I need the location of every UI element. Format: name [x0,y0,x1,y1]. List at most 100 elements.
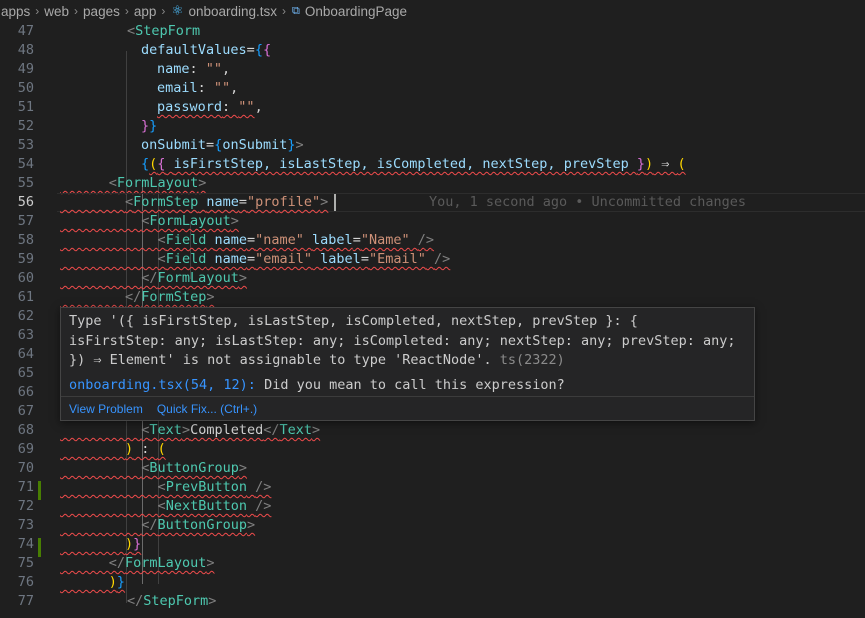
token-tag: FormLayout [125,555,207,571]
code-line: 47 <StepForm [0,22,865,41]
token-tag: Text [279,422,313,438]
code-text: <Text>Completed</Text> [141,422,321,438]
line-number: 69 [17,441,34,457]
line-number: 73 [17,517,34,533]
code-line: 51 password: "", [0,98,865,117]
chevron-right-icon: › [124,4,129,18]
line-number: 63 [17,327,34,343]
token-tag: Text [149,422,182,438]
code-text: <FormStep name="profile"> [125,194,329,210]
code-text: onSubmit={onSubmit}> [141,137,304,153]
line-number: 58 [17,232,34,248]
line-number: 50 [17,80,34,96]
view-problem-link[interactable]: View Problem [69,402,143,416]
line-number: 68 [17,422,34,438]
code-text: </FormLayout> [108,555,215,571]
code-line: 52 }} [0,117,865,136]
line-number: 61 [17,289,34,305]
line-number: 76 [17,574,34,590]
line-number: 56 [17,194,34,210]
token-identifier: onSubmit [222,137,288,153]
hover-actions: View Problem Quick Fix... (Ctrl+.) [61,396,754,420]
code-text: <StepForm [127,23,201,39]
related-info: onboarding.tsx(54, 12): Did you mean to … [61,371,754,395]
breadcrumb-pages[interactable]: pages [82,4,121,19]
code-text: <FormLayout> [108,175,207,191]
error-hover-widget: Type '({ isFirstStep, isLastStep, isComp… [60,307,755,421]
code-text: <PrevButton /> [157,479,272,495]
line-number: 66 [17,384,34,400]
token-tag: Field [165,232,207,248]
code-text: email: "", [157,80,239,96]
breadcrumb-file[interactable]: onboarding.tsx [187,4,278,19]
code-text: <NextButton /> [157,498,272,514]
token-string: file" [279,194,321,210]
code-line: 57 <FormLayout> [0,212,865,231]
token-tag: StepForm [135,23,201,39]
code-line: 48 defaultValues={{ [0,41,865,60]
breadcrumb: apps › web › pages › app › ⚛ onboarding.… [0,0,865,22]
code-line: 49 name: "", [0,60,865,79]
line-number: 47 [17,23,34,39]
breadcrumb-apps[interactable]: apps [0,4,31,19]
line-number: 67 [17,403,34,419]
git-blame-annotation: You, 1 second ago • Uncommitted changes [429,194,746,210]
line-number: 70 [17,460,34,476]
code-text: <Field name="name" label="Name" /> [157,232,435,248]
code-line: 72 <NextButton /> [0,497,865,516]
code-line: 50 email: "", [0,79,865,98]
token-tag: FormLayout [149,213,231,229]
code-text: )} [108,574,126,590]
hover-message: Type '({ isFirstStep, isLastStep, isComp… [61,308,754,371]
hover-line-1: Type '({ isFirstStep, isLastStep, isComp… [69,313,638,329]
code-text: </StepForm> [127,593,217,609]
token-params: isFirstStep, isLastStep, isCompleted, ne… [173,156,629,172]
line-number: 55 [17,175,34,191]
quick-fix-link[interactable]: Quick Fix... (Ctrl+.) [157,402,257,416]
line-number: 77 [17,593,34,609]
token-tag: FormStep [141,289,207,305]
code-text: </FormStep> [125,289,215,305]
breadcrumb-web[interactable]: web [43,4,70,19]
hover-line-2: isFirstStep: any; isLastStep: any; isCom… [69,332,736,349]
breadcrumb-app[interactable]: app [133,4,158,19]
code-line: 74 )} [0,535,865,554]
line-number: 59 [17,251,34,267]
line-number: 54 [17,156,34,172]
token-string: "pro [247,194,280,210]
breadcrumb-symbol[interactable]: OnboardingPage [304,4,408,19]
code-text: </ButtonGroup> [141,517,256,533]
line-number: 74 [17,536,34,552]
token-string: "email" [255,251,313,267]
token-string: "Name" [360,232,410,248]
token-tag: StepForm [143,593,209,609]
line-number: 65 [17,365,34,381]
code-line: 76 )} [0,573,865,592]
token-string: "" [205,61,223,77]
react-icon: ⚛ [171,3,184,18]
code-line: 75 </FormLayout> [0,554,865,573]
code-line: 71 <PrevButton /> [0,478,865,497]
code-line: 77 </StepForm> [0,592,865,611]
token-attr: onSubmit [141,137,207,153]
code-text: }} [141,118,158,134]
line-number: 51 [17,99,34,115]
token-tag: FormLayout [157,270,239,286]
code-line: 60 </FormLayout> [0,269,865,288]
line-number: 48 [17,42,34,58]
token-key: password [157,99,223,115]
related-location-link[interactable]: onboarding.tsx(54, 12): [69,377,256,393]
related-message: Did you mean to call this expression? [264,376,565,393]
token-key: email [157,80,198,96]
token-string: "Email" [368,251,426,267]
code-text: </FormLayout> [141,270,247,286]
line-number: 71 [17,479,34,495]
code-text: <ButtonGroup> [141,460,247,476]
token-attr: defaultValues [141,42,247,58]
line-number: 75 [17,555,34,571]
code-text: password: "", [157,99,263,115]
symbol-method-icon: ⧉ [292,4,300,17]
token-attr: label [320,251,361,267]
chevron-right-icon: › [282,4,287,18]
code-line: 59 <Field name="email" label="Email" /> [0,250,865,269]
